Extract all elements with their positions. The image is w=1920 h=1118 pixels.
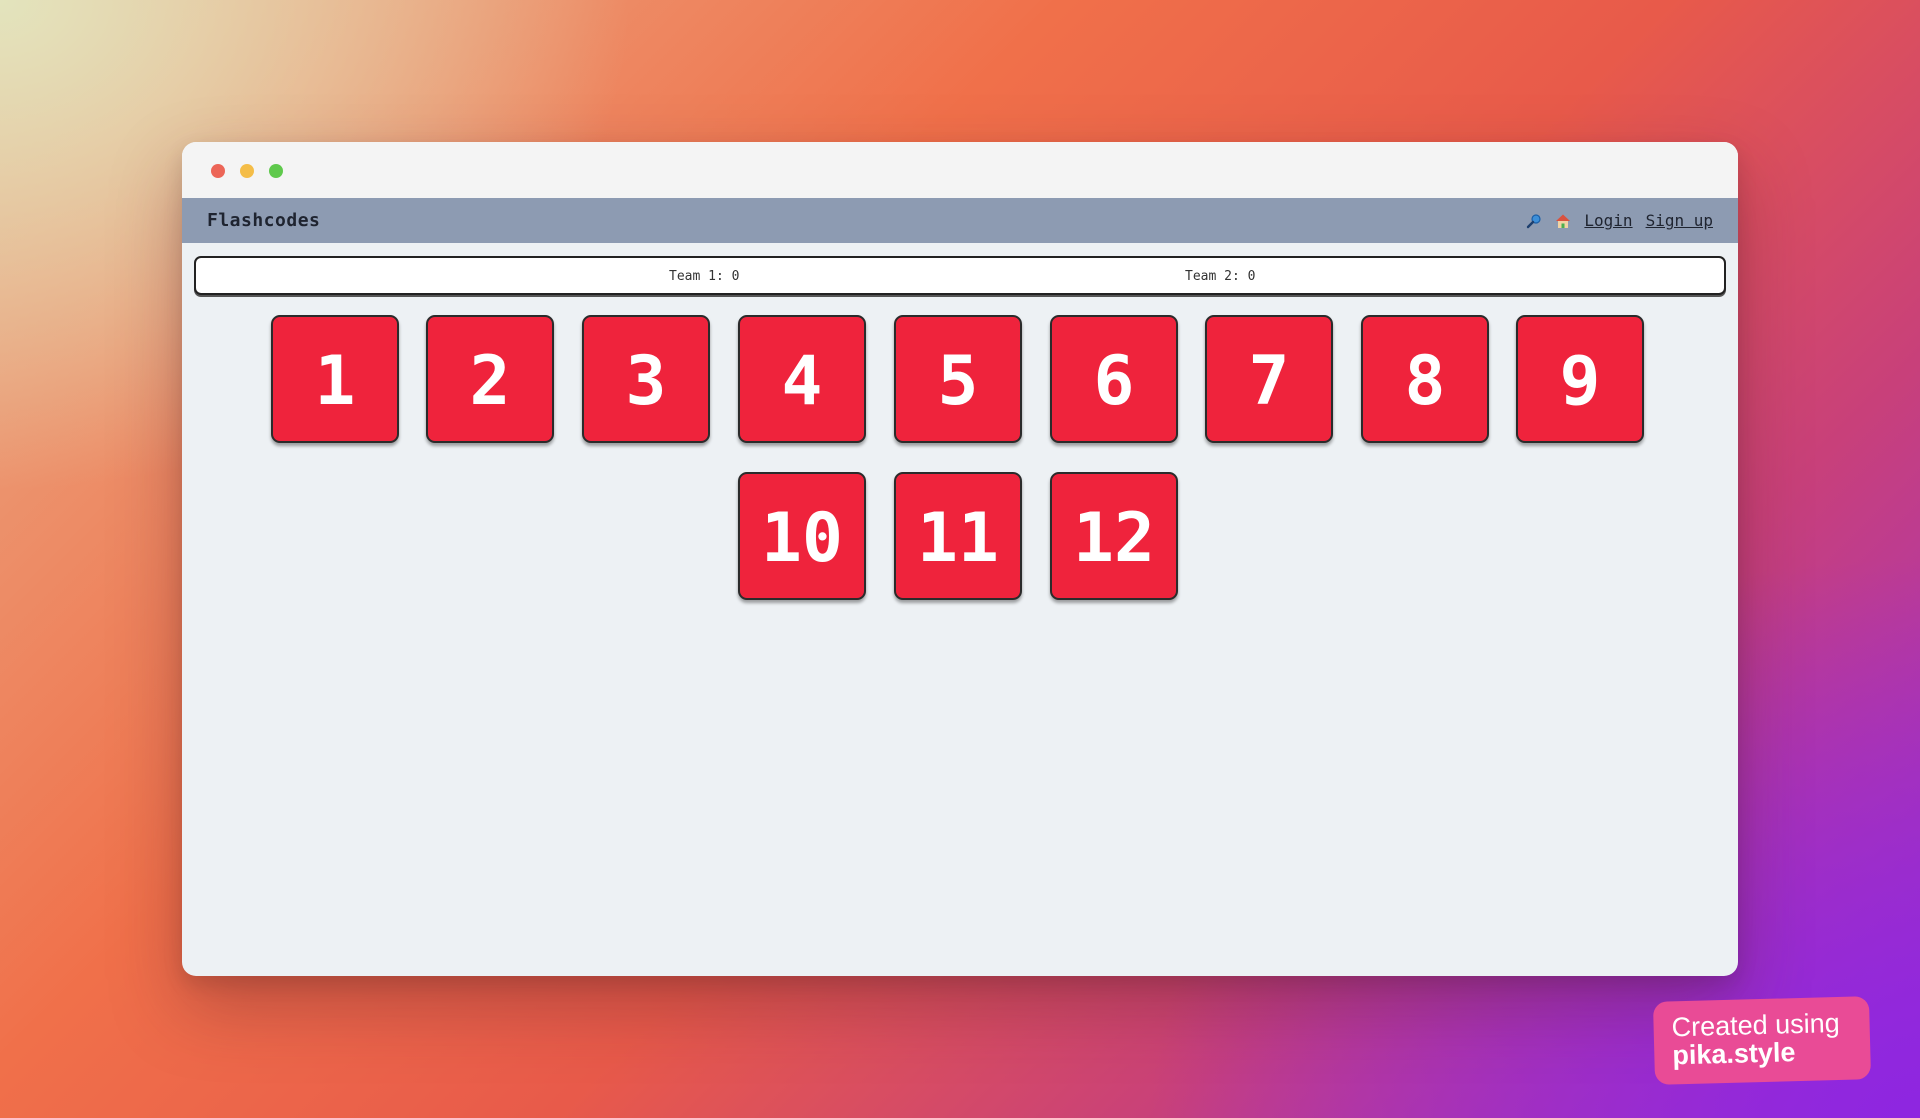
flashcard-number: 12	[1073, 499, 1155, 578]
scoreboard: Team 1: 0 Team 2: 0	[194, 256, 1726, 295]
flashcard-number: 4	[781, 342, 823, 421]
window-titlebar	[182, 142, 1738, 198]
watermark-line-2: pika.style	[1671, 1037, 1796, 1071]
flashcard-number: 9	[1559, 342, 1601, 421]
house-icon[interactable]	[1555, 213, 1571, 229]
flashcard[interactable]: 7	[1205, 315, 1333, 443]
flashcard[interactable]: 4	[738, 315, 866, 443]
team2-score: Team 2: 0	[1185, 269, 1256, 284]
signup-link[interactable]: Sign up	[1646, 211, 1713, 230]
flashcard[interactable]: 12	[1050, 472, 1178, 600]
minimize-window-button[interactable]	[240, 164, 254, 178]
flashcard[interactable]: 10	[738, 472, 866, 600]
watermark-badge: Created using pika.style	[1652, 996, 1872, 1085]
magnifying-glass-icon[interactable]	[1526, 213, 1542, 229]
flashcard[interactable]: 2	[426, 315, 554, 443]
flashcard-number: 10	[761, 499, 843, 578]
nav-links: Login Sign up	[1526, 211, 1713, 230]
flashcard[interactable]: 5	[894, 315, 1022, 443]
flashcard[interactable]: 1	[271, 315, 399, 443]
flashcard-number: 3	[625, 342, 667, 421]
close-window-button[interactable]	[211, 164, 225, 178]
flashcard-number: 1	[314, 342, 356, 421]
flashcard-number: 7	[1248, 342, 1290, 421]
flashcard-number: 6	[1093, 342, 1135, 421]
flashcard[interactable]: 9	[1516, 315, 1644, 443]
flashcard[interactable]: 11	[894, 472, 1022, 600]
login-link[interactable]: Login	[1584, 211, 1632, 230]
flashcard[interactable]: 8	[1361, 315, 1489, 443]
brand-logo[interactable]: Flashcodes	[207, 210, 320, 231]
flashcard-number: 8	[1404, 342, 1446, 421]
team1-score: Team 1: 0	[669, 269, 740, 284]
flashcard[interactable]: 3	[582, 315, 710, 443]
navbar: Flashcodes Login Sign up	[182, 198, 1738, 243]
flashcard-number: 11	[917, 499, 999, 578]
flashcard-number: 2	[469, 342, 511, 421]
zoom-window-button[interactable]	[269, 164, 283, 178]
browser-window: Flashcodes Login Sign up Team 1: 0 Team …	[182, 142, 1738, 976]
flashcard[interactable]: 6	[1050, 315, 1178, 443]
watermark-line-1: Created using	[1671, 1007, 1841, 1043]
flashcard-number: 5	[937, 342, 979, 421]
